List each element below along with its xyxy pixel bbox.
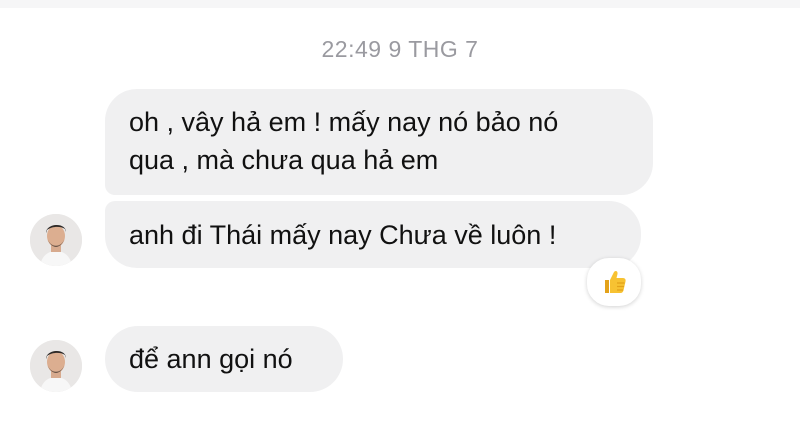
message-text: để ann gọi nó <box>129 344 293 374</box>
message-bubble-3[interactable]: để ann gọi nó <box>105 326 343 392</box>
message-bubble-2[interactable]: anh đi Thái mấy nay Chưa về luôn ! <box>105 201 641 268</box>
avatar-icon <box>30 214 82 266</box>
message-text: anh đi Thái mấy nay Chưa về luôn ! <box>129 220 557 250</box>
sender-avatar[interactable] <box>30 214 82 266</box>
message-text-line: oh , vây hả em ! mấy nay nó bảo nó <box>129 107 559 137</box>
avatar-icon <box>30 340 82 392</box>
message-timestamp: 22:49 9 THG 7 <box>321 36 479 62</box>
sender-avatar[interactable] <box>30 340 82 392</box>
message-text-line: qua , mà chưa qua hả em <box>129 145 439 175</box>
reaction-badge[interactable] <box>587 258 641 306</box>
message-bubble-1[interactable]: oh , vây hả em ! mấy nay nó bảo nó qua ,… <box>105 89 653 195</box>
top-strip <box>0 0 800 8</box>
thumbs-up-icon <box>605 270 626 293</box>
